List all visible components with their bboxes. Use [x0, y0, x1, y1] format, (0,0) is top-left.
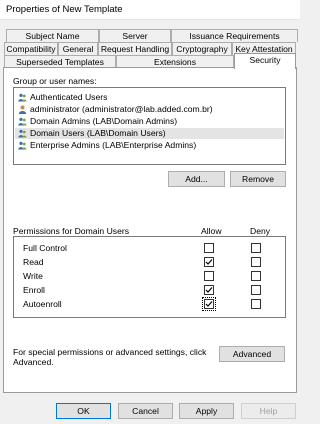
tab-row-1: Subject Name Server Issuance Requirement…	[4, 29, 298, 42]
advanced-button[interactable]: Advanced	[219, 346, 285, 362]
apply-button[interactable]: Apply	[179, 403, 234, 419]
permissions-label: Permissions for Domain Users	[13, 226, 130, 236]
list-item[interactable]: Domain Admins (LAB\Domain Admins)	[15, 116, 284, 127]
allow-checkbox[interactable]	[204, 243, 214, 253]
user-icon	[18, 105, 27, 114]
user-name: Domain Users (LAB\Domain Users)	[30, 128, 166, 138]
checkmark-icon	[205, 259, 213, 265]
help-button[interactable]: Help	[241, 403, 296, 419]
permission-row-write: Write	[14, 270, 285, 282]
tab-compatibility[interactable]: Compatibility	[4, 42, 58, 55]
tab-security[interactable]: Security	[234, 53, 296, 69]
tab-subject-name[interactable]: Subject Name	[6, 29, 99, 42]
tab-server[interactable]: Server	[99, 29, 171, 42]
allow-checkbox[interactable]	[204, 285, 214, 295]
add-button[interactable]: Add...	[168, 171, 225, 187]
deny-checkbox[interactable]	[251, 243, 261, 253]
permission-row-read: Read	[14, 256, 285, 268]
permission-row-autoenroll: Autoenroll	[14, 297, 285, 311]
permission-name: Enroll	[23, 285, 45, 295]
window-title: Properties of New Template	[6, 4, 123, 15]
deny-checkbox[interactable]	[251, 271, 261, 281]
advanced-info-text-line2: Advanced.	[13, 357, 54, 367]
permission-row-enroll: Enroll	[14, 284, 285, 296]
users-group-icon	[18, 93, 27, 102]
permission-name: Autoenroll	[23, 299, 62, 309]
permission-name: Read	[23, 257, 44, 267]
list-item[interactable]: Enterprise Admins (LAB\Enterprise Admins…	[15, 140, 284, 151]
users-group-icon	[18, 141, 27, 150]
list-item-selected[interactable]: Domain Users (LAB\Domain Users)	[15, 128, 284, 139]
user-name: Domain Admins (LAB\Domain Admins)	[30, 116, 178, 126]
checkmark-icon	[205, 287, 213, 293]
user-list[interactable]: Authenticated Users administrator (admin…	[13, 87, 286, 165]
cancel-button[interactable]: Cancel	[118, 403, 173, 419]
allow-checkbox[interactable]	[204, 257, 214, 267]
remove-button[interactable]: Remove	[230, 171, 286, 187]
users-group-icon	[18, 129, 27, 138]
user-name: Enterprise Admins (LAB\Enterprise Admins…	[30, 140, 197, 150]
title-bar: Properties of New Template	[0, 0, 300, 20]
advanced-info-text-line1: For special permissions or advanced sett…	[13, 347, 207, 357]
permission-row-full-control: Full Control	[14, 242, 285, 254]
group-or-user-names-label: Group or user names:	[13, 76, 97, 86]
user-name: administrator (administrator@lab.added.c…	[30, 104, 213, 114]
checkmark-icon	[205, 301, 213, 307]
permission-name: Write	[23, 271, 43, 281]
ok-button[interactable]: OK	[56, 403, 111, 419]
allow-column-header: Allow	[201, 226, 222, 236]
permissions-list: Full Control Read Write Enroll Autoenrol…	[13, 236, 286, 318]
list-item[interactable]: administrator (administrator@lab.added.c…	[15, 104, 284, 115]
tab-general[interactable]: General	[58, 42, 98, 55]
deny-checkbox[interactable]	[251, 257, 261, 267]
tab-issuance-requirements[interactable]: Issuance Requirements	[171, 29, 298, 42]
list-item[interactable]: Authenticated Users	[15, 92, 284, 103]
tab-request-handling[interactable]: Request Handling	[98, 42, 172, 55]
deny-column-header: Deny	[250, 226, 271, 236]
deny-checkbox[interactable]	[251, 285, 261, 295]
allow-checkbox[interactable]	[202, 297, 216, 311]
allow-checkbox[interactable]	[204, 271, 214, 281]
tab-cryptography[interactable]: Cryptography	[172, 42, 232, 55]
user-name: Authenticated Users	[30, 92, 108, 102]
deny-checkbox[interactable]	[251, 299, 261, 309]
users-group-icon	[18, 117, 27, 126]
permission-name: Full Control	[23, 243, 67, 253]
